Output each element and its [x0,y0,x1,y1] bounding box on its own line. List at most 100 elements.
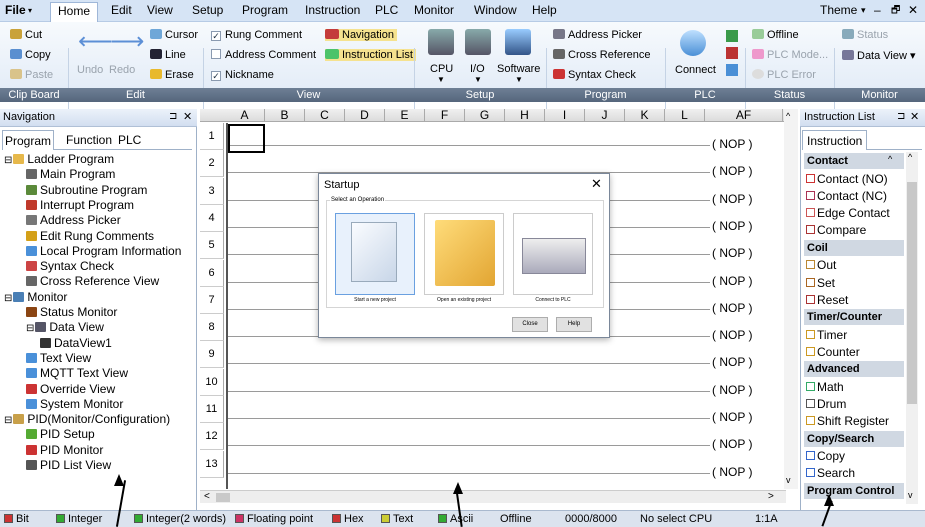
address-picker-button[interactable]: Address Picker [553,29,642,41]
copy-button[interactable]: Copy [10,49,51,61]
row-number[interactable]: 13 [200,450,224,478]
tree-item[interactable]: Override View [26,382,115,396]
instruction-scrollbar[interactable]: ^ v [906,152,918,504]
tree-item[interactable]: ⊟ Monitor [4,290,67,304]
tree-item[interactable]: ⊟ Ladder Program [4,152,114,166]
tree-item[interactable]: Status Monitor [26,305,117,319]
nop-instruction[interactable]: ( NOP ) [712,219,752,233]
menu-edit[interactable]: Edit [111,3,132,17]
instruction-item[interactable]: Shift Register [806,414,889,428]
instruction-item[interactable]: Contact (NC) [806,189,887,203]
tab-plc[interactable]: PLC [118,133,141,147]
instruction-item[interactable]: Drum [806,397,846,411]
tab-program[interactable]: Program [2,130,55,150]
instruction-item[interactable]: Copy [806,449,845,463]
undo-button[interactable]: Undo [77,64,103,76]
connect-button[interactable]: Connect [675,64,716,76]
nop-instruction[interactable]: ( NOP ) [712,137,752,151]
nop-instruction[interactable]: ( NOP ) [712,192,752,206]
nop-instruction[interactable]: ( NOP ) [712,465,752,479]
tree-item[interactable]: System Monitor [26,397,123,411]
minimize-icon[interactable]: ‒ [874,3,881,17]
tree-item[interactable]: DataView1 [40,336,112,350]
menu-file[interactable]: File [5,3,26,17]
tree-item[interactable]: Interrupt Program [26,198,134,212]
row-number[interactable]: 12 [200,423,224,451]
line-button[interactable]: Line [150,49,186,61]
offline-button[interactable]: Offline [752,29,799,41]
instruction-item[interactable]: Counter [806,345,860,359]
cut-button[interactable]: Cut [10,29,42,41]
scroll-left-icon[interactable]: < [204,491,210,502]
instruction-pin-icon[interactable]: ⊐ [897,111,905,122]
instruction-category[interactable]: Copy/Search [804,430,904,447]
dialog-close-button[interactable]: Close [512,317,548,332]
menu-theme[interactable]: Theme [820,3,857,17]
instruction-item[interactable]: Timer [806,328,847,342]
instruction-scroll-down-icon[interactable]: v [908,490,913,500]
instruction-scroll-up-icon[interactable]: ^ [908,152,912,162]
scroll-up-icon[interactable]: ^ [786,111,790,121]
tree-item[interactable]: PID Setup [26,427,95,441]
menu-window[interactable]: Window [474,3,517,17]
instruction-item[interactable]: Compare [806,223,866,237]
tree-item[interactable]: Syntax Check [26,259,114,273]
row-number[interactable]: 8 [200,314,224,342]
instruction-item[interactable]: Contact (NO) [806,172,888,186]
syntax-check-button[interactable]: Syntax Check [553,69,636,81]
row-number[interactable]: 1 [200,123,224,150]
vertical-scrollbar[interactable]: ^ v [784,109,798,489]
menu-monitor[interactable]: Monitor [414,3,454,17]
status-bit[interactable]: Bit [4,513,29,525]
ladder-cursor[interactable] [228,124,265,153]
nop-instruction[interactable]: ( NOP ) [712,328,752,342]
tree-collapse-icon[interactable]: ⊟ [4,415,12,426]
instruction-list-toggle[interactable]: Instruction List [325,49,416,61]
open-project-option[interactable] [424,213,504,295]
instruction-category[interactable]: Program Control [804,482,904,499]
cursor-button[interactable]: Cursor [150,29,198,41]
tab-function[interactable]: Function [66,133,112,147]
scroll-right-icon[interactable]: > [768,491,774,502]
nop-instruction[interactable]: ( NOP ) [712,274,752,288]
plc-mode-button[interactable]: PLC Mode... [752,49,828,61]
rung-comment-checkbox[interactable]: ✓ Rung Comment [211,29,302,41]
menu-help[interactable]: Help [532,3,557,17]
instruction-item[interactable]: Reset [806,293,848,307]
menu-view[interactable]: View [147,3,173,17]
chevron-up-icon[interactable]: ^ [888,154,892,164]
nop-instruction[interactable]: ( NOP ) [712,301,752,315]
status-text[interactable]: Text [381,513,413,525]
io-dropdown-icon[interactable]: ▼ [474,75,482,84]
navigation-toggle[interactable]: Navigation [325,29,397,41]
row-number[interactable]: 9 [200,341,224,369]
status-hex[interactable]: Hex [332,513,364,525]
connect-plc-option[interactable] [513,213,593,295]
tree-collapse-icon[interactable]: ⊟ [4,293,12,304]
tree-item[interactable]: Address Picker [26,213,121,227]
horizontal-scrollbar[interactable]: < > [200,490,786,503]
new-project-option[interactable] [335,213,415,295]
nop-instruction[interactable]: ( NOP ) [712,164,752,178]
row-number[interactable]: 7 [200,286,224,314]
instruction-category[interactable]: Coil [804,239,904,256]
scroll-down-icon[interactable]: v [786,475,791,485]
cpu-button[interactable]: CPU [430,63,453,75]
software-button[interactable]: Software [497,63,540,75]
dialog-help-button[interactable]: Help [556,317,592,332]
instruction-item[interactable]: Search [806,466,855,480]
tree-item[interactable]: MQTT Text View [26,366,128,380]
nickname-checkbox[interactable]: ✓ Nickname [211,69,274,81]
tree-item[interactable]: Main Program [26,167,115,181]
tree-item[interactable]: ⊟ PID(Monitor/Configuration) [4,412,170,426]
status-ascii[interactable]: Ascii [438,513,473,525]
plc-write-icon[interactable] [726,30,738,42]
tree-item[interactable]: Local Program Information [26,244,181,258]
status-integer-2-words[interactable]: Integer(2 words) [134,513,226,525]
nop-instruction[interactable]: ( NOP ) [712,410,752,424]
navigation-close-icon[interactable]: ✕ [183,110,192,123]
software-dropdown-icon[interactable]: ▼ [515,75,523,84]
theme-dropdown-icon[interactable]: ▾ [861,5,866,16]
tree-collapse-icon[interactable]: ⊟ [4,155,12,166]
menu-program[interactable]: Program [242,3,288,17]
